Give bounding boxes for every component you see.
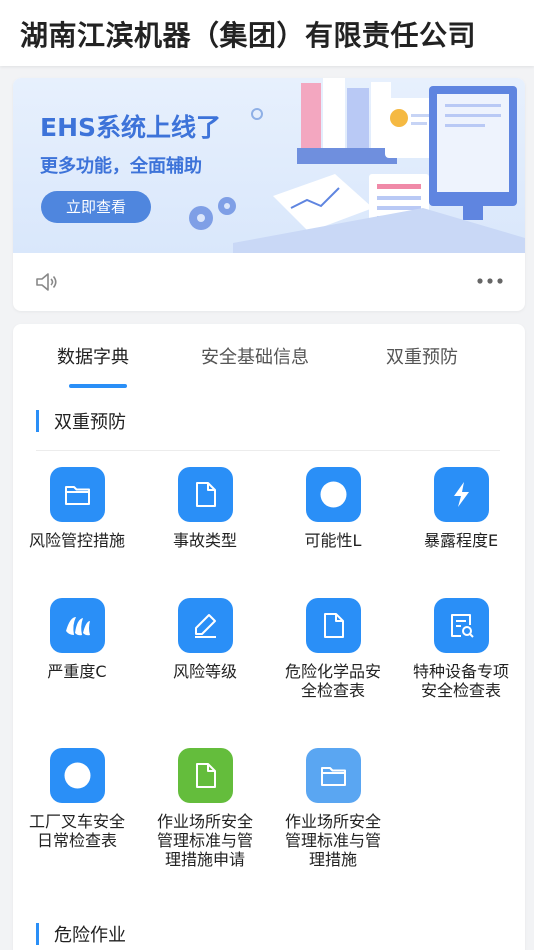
grid-item-accident-type[interactable]: 事故类型 [141,467,269,550]
pencil-icon [177,598,233,653]
lightning-icon [433,467,489,522]
grid-item-label: 工厂叉车安全日常检查表 [28,812,125,850]
grid-item-risk-control-measures[interactable]: 风险管控措施 [13,467,141,550]
grid-item-label: 事故类型 [172,531,237,550]
grid-item-label: 严重度C [47,662,107,681]
promo-banner[interactable]: EHS系统上线了 更多功能，全面辅助 立即查看 [13,78,525,253]
document-icon [305,598,361,653]
document-icon [177,748,233,803]
dashboard-illustration-icon [189,78,525,253]
grid-item-risk-level[interactable]: 风险等级 [141,598,269,681]
grid-item-workplace-standards-application[interactable]: 作业场所安全管理标准与管理措施申请 [141,748,269,869]
checklist-search-icon [433,598,489,653]
section-title-dual-prevention: 双重预防 [36,408,126,434]
folder-icon [305,748,361,803]
tab-safety-basic-info[interactable]: 安全基础信息 [201,343,309,369]
section-title-hazardous-operations: 危险作业 [36,921,126,947]
section-divider [36,450,500,451]
more-icon[interactable] [477,277,503,285]
app-header: 湖南江滨机器（集团）有限责任公司 [0,0,534,66]
grid-item-workplace-standards[interactable]: 作业场所安全管理标准与管理措施 [269,748,397,869]
main-card: 数据字典 安全基础信息 双重预防 双重预防 风险管控措施 事故类型 可能性L 暴… [13,324,525,950]
grid-item-severity-c[interactable]: 严重度C [13,598,141,681]
circle-icon [305,467,361,522]
view-now-button[interactable]: 立即查看 [41,191,151,223]
grid-item-label: 风险管控措施 [28,531,125,550]
speaker-icon [36,273,57,291]
grid-item-label: 特种设备专项安全检查表 [412,662,509,700]
circle-icon [49,748,105,803]
page-title: 湖南江滨机器（集团）有限责任公司 [20,19,477,52]
folder-icon [49,467,105,522]
grid-item-label: 危险化学品安全检查表 [284,662,381,700]
tab-dual-prevention[interactable]: 双重预防 [386,343,458,369]
grid-item-label: 暴露程度E [423,531,499,550]
grid-item-special-equipment-checklist[interactable]: 特种设备专项安全检查表 [397,598,525,700]
document-icon [177,467,233,522]
grid-item-label: 作业场所安全管理标准与管理措施申请 [156,812,253,869]
notice-bar [13,253,525,311]
grid-item-label: 风险等级 [172,662,237,681]
grid-item-label: 作业场所安全管理标准与管理措施 [284,812,381,869]
grid-item-hazardous-chemicals-checklist[interactable]: 危险化学品安全检查表 [269,598,397,700]
tab-data-dictionary[interactable]: 数据字典 [57,343,129,369]
grid-item-forklift-daily-checklist[interactable]: 工厂叉车安全日常检查表 [13,748,141,850]
grid-item-exposure-e[interactable]: 暴露程度E [397,467,525,550]
active-tab-indicator [69,384,127,388]
grid-item-label: 可能性L [304,531,362,550]
banner-card: EHS系统上线了 更多功能，全面辅助 立即查看 [13,78,525,311]
banana-icon [49,598,105,653]
grid-item-likelihood-l[interactable]: 可能性L [269,467,397,550]
tab-bar: 数据字典 安全基础信息 双重预防 [13,324,525,390]
